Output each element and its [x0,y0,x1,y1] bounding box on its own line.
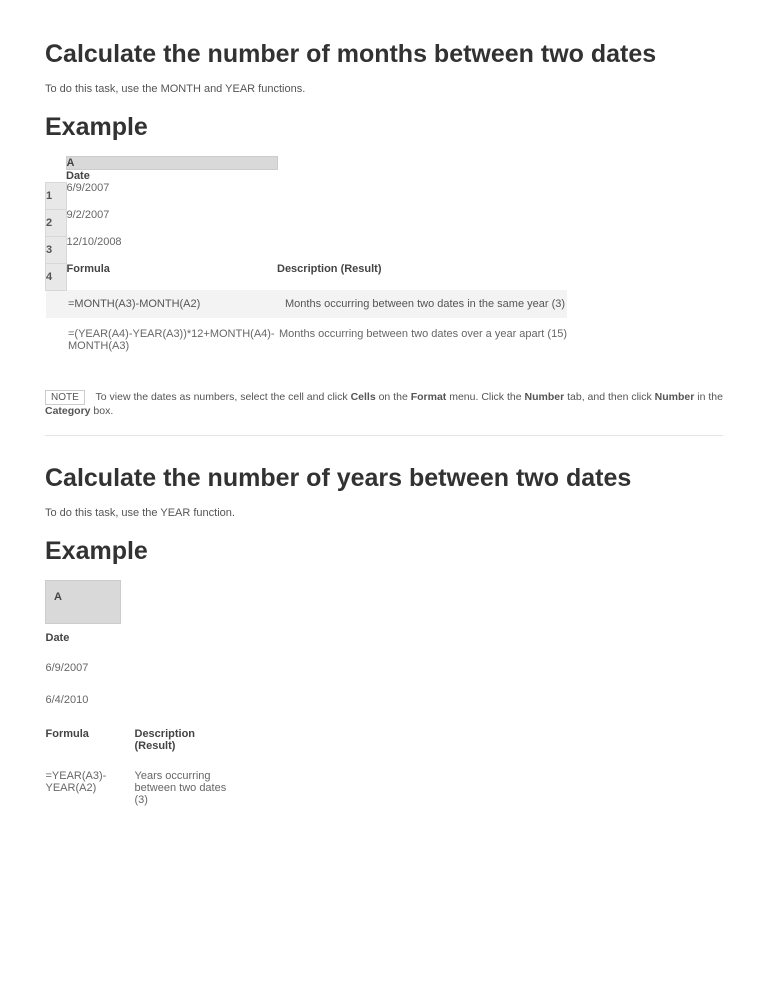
section1-heading: Calculate the number of months between t… [45,40,723,69]
note-bold: Format [411,391,447,403]
note-bold: Category [45,405,91,417]
note-text: in the [694,391,723,403]
section1-intro: To do this task, use the MONTH and YEAR … [45,83,723,95]
description-cell: Months occurring between two dates in th… [277,290,567,318]
row-number: 4 [46,263,67,290]
date-header: Date [46,624,121,657]
note-bold: Number [525,391,565,403]
note-text: To view the dates as numbers, select the… [96,391,351,403]
section2-intro: To do this task, use the YEAR function. [45,507,723,519]
note-text: menu. Click the [446,391,524,403]
section2-example-label: Example [45,537,723,566]
col-a-header: A [66,157,277,170]
formula-cell: =YEAR(A3)-YEAR(A2) [46,764,121,820]
formula-cell: =MONTH(A3)-MONTH(A2) [66,290,277,318]
note-row: NOTE To view the dates as numbers, selec… [45,390,723,417]
formula-header: Formula [66,263,277,290]
formula-header: Formula [46,720,121,764]
description-cell: Months occurring between two dates over … [277,318,567,362]
formula-cell: =(YEAR(A4)-YEAR(A3))*12+MONTH(A4)-MONTH(… [66,318,277,362]
description-header: Description (Result) [121,720,236,764]
cell-a1: 6/9/2007 [46,656,121,688]
cell-a2: 9/2/2007 [66,209,277,236]
row-number: 2 [46,209,67,236]
note-text: on the [376,391,411,403]
description-cell: Years occurring between two dates (3) [121,764,236,820]
note-badge: NOTE [45,390,85,405]
cell-a3: 12/10/2008 [66,236,277,263]
section1-example-label: Example [45,113,723,142]
cell-a2: 6/4/2010 [46,688,121,720]
date-header: Date [66,170,277,183]
col-a-header: A [46,581,121,624]
row-number: 1 [46,182,67,209]
row-number: 3 [46,236,67,263]
note-bold: Number [655,391,695,403]
description-header: Description (Result) [277,263,567,290]
section-divider [45,435,723,436]
note-text: tab, and then click [564,391,654,403]
example2-table: A Date 6/9/2007 6/4/2010 Formula Descrip… [45,580,235,820]
cell-a1: 6/9/2007 [66,182,277,209]
note-text: box. [91,405,114,417]
section2-heading: Calculate the number of years between tw… [45,464,723,493]
example1-table: A Date 1 6/9/2007 2 9/2/2007 3 12/10/200… [45,156,567,362]
note-bold: Cells [351,391,376,403]
